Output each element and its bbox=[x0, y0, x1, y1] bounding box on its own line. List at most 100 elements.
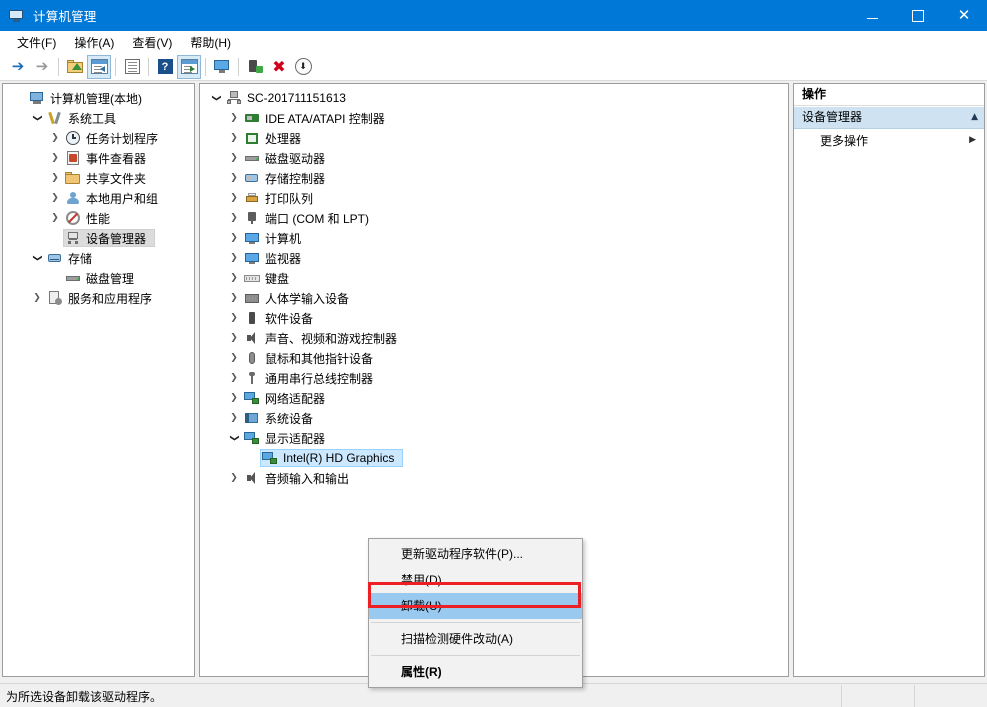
tree-item[interactable]: ❯ 端口 (COM 和 LPT) bbox=[200, 208, 788, 228]
chevron-right-icon[interactable]: ❯ bbox=[226, 110, 242, 126]
tree-item[interactable]: ❯ 系统设备 bbox=[200, 408, 788, 428]
tree-item-content[interactable]: 任务计划程序 bbox=[63, 129, 167, 147]
tree-item[interactable]: ❯ 计算机 bbox=[200, 228, 788, 248]
help-button[interactable]: ? bbox=[153, 55, 177, 79]
tree-item-content[interactable]: 处理器 bbox=[242, 129, 310, 147]
context-menu-item[interactable]: 禁用(D) bbox=[369, 567, 582, 593]
chevron-right-icon[interactable]: ❯ bbox=[47, 190, 63, 206]
tree-item[interactable]: ❯ 本地用户和组 bbox=[3, 188, 194, 208]
chevron-down-icon[interactable]: ❯ bbox=[226, 430, 242, 446]
tree-item-content[interactable]: 键盘 bbox=[242, 269, 298, 287]
tree-item-content[interactable]: 网络适配器 bbox=[242, 389, 334, 407]
tree-item-content[interactable]: 计算机管理(本地) bbox=[27, 89, 151, 107]
up-one-level-button[interactable] bbox=[63, 55, 87, 79]
chevron-right-icon[interactable]: ❯ bbox=[226, 310, 242, 326]
context-menu-item[interactable]: 更新驱动程序软件(P)... bbox=[369, 541, 582, 567]
update-driver-button[interactable] bbox=[243, 55, 267, 79]
chevron-right-icon[interactable]: ❯ bbox=[226, 350, 242, 366]
chevron-up-icon[interactable]: ▲ bbox=[971, 107, 978, 128]
chevron-right-icon[interactable]: ❯ bbox=[226, 470, 242, 486]
tree-item-content[interactable]: 声音、视频和游戏控制器 bbox=[242, 329, 406, 347]
chevron-right-icon[interactable]: ❯ bbox=[47, 170, 63, 186]
minimize-button[interactable] bbox=[849, 0, 895, 31]
monitor-button[interactable] bbox=[210, 55, 234, 79]
tree-item[interactable]: ❯ 人体学输入设备 bbox=[200, 288, 788, 308]
chevron-right-icon[interactable]: ❯ bbox=[47, 210, 63, 226]
tree-item[interactable]: ❯ 共享文件夹 bbox=[3, 168, 194, 188]
tree-item-content[interactable]: 设备管理器 bbox=[63, 229, 156, 247]
tree-item-content[interactable]: IDE ATA/ATAPI 控制器 bbox=[242, 109, 394, 127]
tree-item[interactable]: ❯ 打印队列 bbox=[200, 188, 788, 208]
menu-file[interactable]: 文件(F) bbox=[8, 32, 65, 53]
tree-item-content[interactable]: 监视器 bbox=[242, 249, 310, 267]
uninstall-button[interactable]: ✖ bbox=[267, 55, 291, 79]
tree-item[interactable]: 设备管理器 bbox=[3, 228, 194, 248]
tree-item[interactable]: ❯ 磁盘驱动器 bbox=[200, 148, 788, 168]
chevron-right-icon[interactable]: ❯ bbox=[226, 250, 242, 266]
console-tree-pane[interactable]: 计算机管理(本地) ❯ 系统工具 ❯ 任务计划程序 ❯ 事件查看器 ❯ 共享文件夹 ❯ 本地用户和组… bbox=[2, 83, 195, 677]
chevron-right-icon[interactable]: ❯ bbox=[226, 190, 242, 206]
chevron-down-icon[interactable]: ❯ bbox=[29, 250, 45, 266]
chevron-right-icon[interactable]: ❯ bbox=[226, 390, 242, 406]
tree-item[interactable]: ❯ 性能 bbox=[3, 208, 194, 228]
chevron-down-icon[interactable]: ❯ bbox=[29, 110, 45, 126]
tree-item-content[interactable]: 磁盘驱动器 bbox=[242, 149, 334, 167]
tree-item[interactable]: ❯ 系统工具 bbox=[3, 108, 194, 128]
tree-item-content[interactable]: 共享文件夹 bbox=[63, 169, 155, 187]
tree-item-content[interactable]: 软件设备 bbox=[242, 309, 322, 327]
context-menu-item[interactable]: 属性(R) bbox=[369, 659, 582, 685]
close-button[interactable]: ✕ bbox=[941, 0, 987, 31]
tree-item-content[interactable]: 磁盘管理 bbox=[63, 269, 143, 287]
tree-item-content[interactable]: 音频输入和输出 bbox=[242, 469, 358, 487]
chevron-right-icon[interactable]: ❯ bbox=[226, 230, 242, 246]
chevron-right-icon[interactable]: ❯ bbox=[47, 130, 63, 146]
tree-item-content[interactable]: 端口 (COM 和 LPT) bbox=[242, 209, 378, 227]
tree-item-content[interactable]: 系统工具 bbox=[45, 109, 125, 127]
tree-item[interactable]: ❯ 网络适配器 bbox=[200, 388, 788, 408]
chevron-right-icon[interactable]: ❯ bbox=[226, 210, 242, 226]
tree-item[interactable]: Intel(R) HD Graphics bbox=[200, 448, 788, 468]
chevron-down-icon[interactable]: ❯ bbox=[208, 90, 224, 106]
tree-item[interactable]: ❯ 处理器 bbox=[200, 128, 788, 148]
menu-view[interactable]: 查看(V) bbox=[123, 32, 181, 53]
scan-hardware-button[interactable]: ⬇ bbox=[291, 55, 315, 79]
chevron-right-icon[interactable]: ❯ bbox=[29, 290, 45, 306]
tree-item[interactable]: ❯ 显示适配器 bbox=[200, 428, 788, 448]
tree-item[interactable]: ❯ 事件查看器 bbox=[3, 148, 194, 168]
tree-item-content[interactable]: 事件查看器 bbox=[63, 149, 155, 167]
tree-item[interactable]: ❯ 软件设备 bbox=[200, 308, 788, 328]
tree-item[interactable]: 磁盘管理 bbox=[3, 268, 194, 288]
chevron-right-icon[interactable]: ❯ bbox=[226, 290, 242, 306]
tree-item-content[interactable]: 鼠标和其他指针设备 bbox=[242, 349, 382, 367]
tree-item-content[interactable]: 性能 bbox=[63, 209, 119, 227]
tree-item-content[interactable]: SC-201711151613 bbox=[224, 89, 355, 107]
tree-item-content[interactable]: 通用串行总线控制器 bbox=[242, 369, 382, 387]
actions-row-more-actions[interactable]: 更多操作 ▶ bbox=[794, 129, 984, 151]
tree-item[interactable]: ❯ 音频输入和输出 bbox=[200, 468, 788, 488]
tree-item[interactable]: ❯ 任务计划程序 bbox=[3, 128, 194, 148]
tree-item-content[interactable]: 打印队列 bbox=[242, 189, 322, 207]
chevron-right-icon[interactable]: ❯ bbox=[47, 150, 63, 166]
menu-help[interactable]: 帮助(H) bbox=[181, 32, 240, 53]
actions-section-device-manager[interactable]: 设备管理器 ▲ bbox=[794, 106, 984, 129]
forward-button[interactable]: ➔ bbox=[30, 55, 54, 79]
chevron-right-icon[interactable]: ❯ bbox=[226, 370, 242, 386]
tree-item[interactable]: ❯ 存储控制器 bbox=[200, 168, 788, 188]
context-menu[interactable]: 更新驱动程序软件(P)... 禁用(D) 卸载(U) 扫描检测硬件改动(A) 属性(R) bbox=[368, 538, 583, 688]
tree-item[interactable]: ❯ 声音、视频和游戏控制器 bbox=[200, 328, 788, 348]
tree-item[interactable]: ❯ 键盘 bbox=[200, 268, 788, 288]
show-hide-tree-button[interactable] bbox=[87, 54, 111, 79]
chevron-right-icon[interactable]: ❯ bbox=[226, 150, 242, 166]
tree-item-content[interactable]: 显示适配器 bbox=[242, 429, 334, 447]
tree-item[interactable]: 计算机管理(本地) bbox=[3, 88, 194, 108]
chevron-right-icon[interactable]: ❯ bbox=[226, 330, 242, 346]
tree-item[interactable]: ❯ SC-201711151613 bbox=[200, 88, 788, 108]
back-button[interactable]: ➔ bbox=[6, 55, 30, 79]
tree-item[interactable]: ❯ 鼠标和其他指针设备 bbox=[200, 348, 788, 368]
tree-item-content[interactable]: Intel(R) HD Graphics bbox=[260, 449, 404, 467]
tree-item-content[interactable]: 存储控制器 bbox=[242, 169, 334, 187]
tree-item-content[interactable]: 本地用户和组 bbox=[63, 189, 167, 207]
tree-item[interactable]: ❯ 通用串行总线控制器 bbox=[200, 368, 788, 388]
tree-item-content[interactable]: 人体学输入设备 bbox=[242, 289, 358, 307]
chevron-right-icon[interactable]: ❯ bbox=[226, 410, 242, 426]
